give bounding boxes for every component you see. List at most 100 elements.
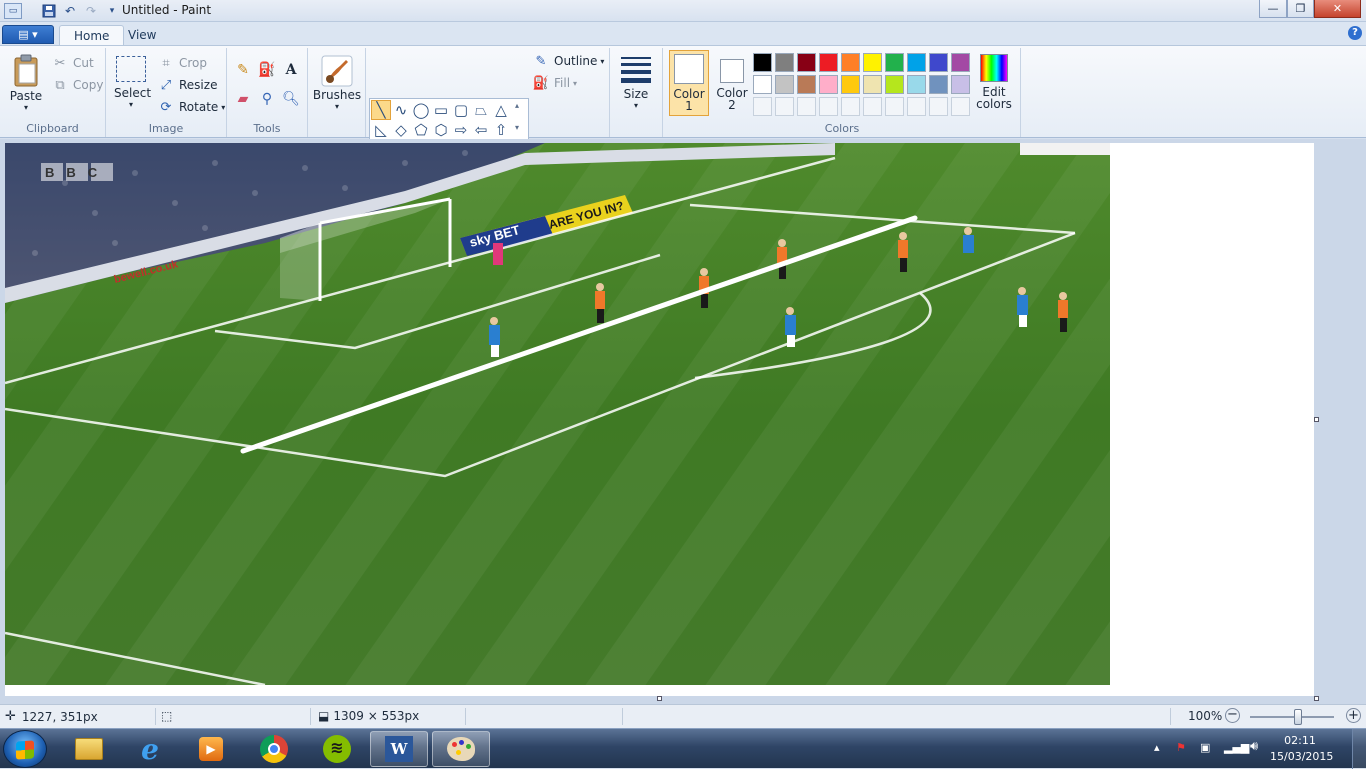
- palette-color-swatch[interactable]: [907, 75, 926, 94]
- start-button[interactable]: [3, 730, 47, 768]
- curve-shape-icon[interactable]: ∿: [391, 100, 411, 120]
- redo-icon[interactable]: ↷: [83, 3, 99, 19]
- canvas-workspace[interactable]: sky BET ARE YOU IN? bewell.co.uk BBC: [0, 139, 1366, 704]
- up-arrow-shape-icon[interactable]: ⇧: [491, 120, 511, 140]
- show-desktop-button[interactable]: [1352, 729, 1366, 769]
- palette-custom-slot[interactable]: [929, 97, 948, 116]
- pentagon-shape-icon[interactable]: ⬠: [411, 120, 431, 140]
- line-shape-icon[interactable]: ╲: [371, 100, 391, 120]
- hexagon-shape-icon[interactable]: ⬡: [431, 120, 451, 140]
- palette-custom-slot[interactable]: [797, 97, 816, 116]
- palette-custom-slot[interactable]: [951, 97, 970, 116]
- signal-strength-icon[interactable]: ▂▄▆: [1224, 741, 1249, 754]
- palette-color-swatch[interactable]: [819, 53, 838, 72]
- outline-button[interactable]: ✎ Outline ▾: [533, 51, 605, 71]
- palette-color-swatch[interactable]: [819, 75, 838, 94]
- shapes-scroll-up-icon[interactable]: ▴: [515, 101, 519, 110]
- cut-button[interactable]: ✂ Cut: [52, 53, 94, 73]
- close-button[interactable]: ✕: [1314, 0, 1361, 18]
- pencil-icon[interactable]: ✎: [232, 59, 254, 81]
- palette-color-swatch[interactable]: [797, 75, 816, 94]
- taskbar-chrome[interactable]: [245, 731, 303, 767]
- taskbar-media-player[interactable]: ▶: [182, 731, 240, 767]
- zoom-slider[interactable]: [1250, 709, 1334, 725]
- polygon-shape-icon[interactable]: ⏢: [471, 100, 491, 120]
- customize-qat-icon[interactable]: ▾: [104, 3, 120, 19]
- palette-color-swatch[interactable]: [753, 75, 772, 94]
- palette-color-swatch[interactable]: [863, 53, 882, 72]
- resize-button[interactable]: ⤢ Resize: [158, 75, 218, 95]
- left-arrow-shape-icon[interactable]: ⇦: [471, 120, 491, 140]
- edit-colors-button[interactable]: Edit colors: [975, 52, 1013, 118]
- palette-custom-slot[interactable]: [907, 97, 926, 116]
- volume-icon[interactable]: 🔊︎: [1250, 739, 1258, 754]
- taskbar-spotify[interactable]: ≋: [308, 731, 366, 767]
- palette-color-swatch[interactable]: [797, 53, 816, 72]
- palette-custom-slot[interactable]: [819, 97, 838, 116]
- save-icon[interactable]: [41, 3, 57, 19]
- palette-color-swatch[interactable]: [841, 53, 860, 72]
- palette-color-swatch[interactable]: [753, 53, 772, 72]
- palette-color-swatch[interactable]: [907, 53, 926, 72]
- canvas-resize-handle-bottom[interactable]: [657, 696, 662, 701]
- system-clock[interactable]: 02:11 15/03/2015: [1270, 733, 1333, 765]
- palette-custom-slot[interactable]: [753, 97, 772, 116]
- paste-button[interactable]: Paste ▾: [6, 54, 46, 112]
- color2-button[interactable]: Color 2: [713, 50, 751, 116]
- palette-custom-slot[interactable]: [841, 97, 860, 116]
- fill-button[interactable]: ⛽ Fill ▾: [533, 73, 577, 93]
- taskbar-word[interactable]: W: [370, 731, 428, 767]
- oval-shape-icon[interactable]: ◯: [411, 100, 431, 120]
- canvas-resize-handle-corner[interactable]: [1314, 696, 1319, 701]
- palette-color-swatch[interactable]: [775, 53, 794, 72]
- network-device-icon[interactable]: ▣: [1200, 741, 1210, 754]
- size-button[interactable]: Size ▾: [618, 54, 654, 110]
- select-button[interactable]: Select ▾: [114, 56, 151, 109]
- right-arrow-shape-icon[interactable]: ⇨: [451, 120, 471, 140]
- eraser-icon[interactable]: ▰: [232, 88, 254, 110]
- diamond-shape-icon[interactable]: ◇: [391, 120, 411, 140]
- maximize-button[interactable]: ❐: [1287, 0, 1314, 18]
- crop-button[interactable]: ⌗ Crop: [158, 53, 207, 73]
- copy-button[interactable]: ⧉ Copy: [52, 75, 103, 95]
- shapes-scroll-down-icon[interactable]: ▾: [515, 123, 519, 132]
- palette-color-swatch[interactable]: [951, 75, 970, 94]
- taskbar-explorer[interactable]: [60, 731, 118, 767]
- palette-color-swatch[interactable]: [885, 53, 904, 72]
- palette-custom-slot[interactable]: [775, 97, 794, 116]
- palette-color-swatch[interactable]: [929, 75, 948, 94]
- show-hidden-icons[interactable]: ▴: [1154, 741, 1160, 754]
- tab-view[interactable]: View: [114, 25, 170, 46]
- minimize-button[interactable]: —: [1259, 0, 1287, 18]
- palette-color-swatch[interactable]: [841, 75, 860, 94]
- undo-icon[interactable]: ↶: [62, 3, 78, 19]
- palette-color-swatch[interactable]: [929, 53, 948, 72]
- palette-custom-slot[interactable]: [863, 97, 882, 116]
- palette-color-swatch[interactable]: [951, 53, 970, 72]
- palette-color-swatch[interactable]: [775, 75, 794, 94]
- palette-color-swatch[interactable]: [885, 75, 904, 94]
- zoom-slider-thumb[interactable]: [1293, 709, 1302, 725]
- triangle-shape-icon[interactable]: △: [491, 100, 511, 120]
- taskbar-internet-explorer[interactable]: e: [121, 731, 179, 767]
- paint-menu-button[interactable]: ▤ ▾: [2, 25, 54, 44]
- right-triangle-shape-icon[interactable]: ◺: [371, 120, 391, 140]
- rounded-rectangle-shape-icon[interactable]: ▢: [451, 100, 471, 120]
- magnifier-icon[interactable]: 🔍︎: [280, 88, 302, 110]
- palette-custom-slot[interactable]: [885, 97, 904, 116]
- drawing-canvas[interactable]: sky BET ARE YOU IN? bewell.co.uk BBC: [5, 143, 1319, 701]
- color-picker-icon[interactable]: ⚲: [256, 88, 278, 110]
- taskbar-paint[interactable]: [432, 731, 490, 767]
- fill-bucket-icon[interactable]: ⛽: [256, 59, 278, 81]
- help-icon[interactable]: ?: [1348, 26, 1362, 40]
- rectangle-shape-icon[interactable]: ▭: [431, 100, 451, 120]
- zoom-in-button[interactable]: +: [1346, 708, 1361, 723]
- text-tool-icon[interactable]: A: [280, 59, 302, 81]
- zoom-out-button[interactable]: −: [1225, 708, 1240, 723]
- brushes-button[interactable]: Brushes ▾: [312, 54, 362, 111]
- rotate-button[interactable]: ⟳ Rotate ▾: [158, 97, 226, 117]
- color1-button[interactable]: Color 1: [669, 50, 709, 116]
- palette-color-swatch[interactable]: [863, 75, 882, 94]
- action-center-icon[interactable]: ⚑: [1176, 741, 1186, 754]
- canvas-resize-handle-right[interactable]: [1314, 417, 1319, 422]
